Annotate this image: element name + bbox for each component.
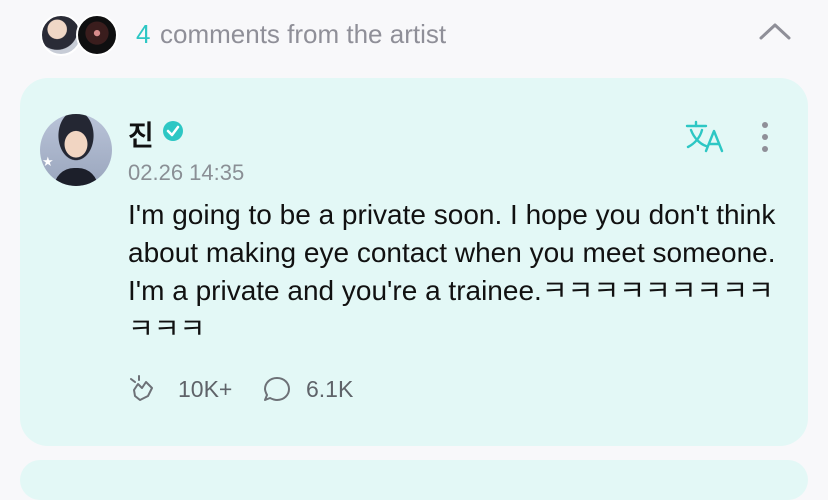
cheer-icon[interactable] bbox=[128, 374, 158, 404]
comment-bubble-icon[interactable] bbox=[262, 374, 292, 404]
comments-header[interactable]: 4 comments from the artist bbox=[0, 0, 828, 70]
timestamp: 02.26 14:35 bbox=[128, 160, 245, 185]
star-icon: ★ bbox=[42, 154, 54, 169]
more-options-icon[interactable] bbox=[762, 122, 770, 156]
replies-count: 6.1K bbox=[306, 376, 354, 402]
comments-header-label: comments from the artist bbox=[160, 19, 447, 49]
artist-avatar-2 bbox=[76, 14, 118, 56]
comment-count: 4 bbox=[136, 19, 151, 49]
next-comment-card bbox=[20, 460, 808, 500]
chevron-up-icon[interactable] bbox=[758, 20, 792, 42]
avatar[interactable]: ★ bbox=[40, 114, 112, 186]
translate-icon[interactable] bbox=[684, 120, 726, 154]
likes-count: 10K+ bbox=[178, 376, 233, 402]
author-name[interactable]: 진 bbox=[128, 114, 154, 154]
artist-avatar-stack bbox=[40, 14, 120, 56]
artist-comment-card: ★ 진 02.26 14:35 I'm going to be a privat… bbox=[20, 78, 808, 446]
verified-badge-icon bbox=[163, 121, 183, 141]
comment-text: I'm going to be a private soon. I hope y… bbox=[128, 199, 776, 344]
